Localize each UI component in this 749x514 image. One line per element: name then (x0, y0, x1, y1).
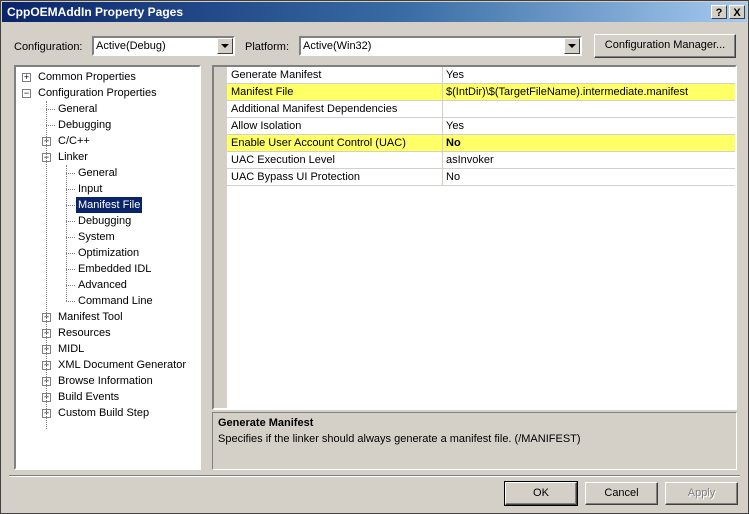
column-separator[interactable] (442, 84, 443, 100)
property-row[interactable]: UAC Execution Level asInvoker (227, 152, 735, 169)
property-row[interactable]: UAC Bypass UI Protection No (227, 169, 735, 186)
title-bar[interactable]: CppOEMAddIn Property Pages ? X (2, 2, 747, 22)
tree-item-label: Advanced (78, 279, 127, 291)
tree-item-label: General (58, 103, 98, 115)
platform-value: Active(Win32) (303, 40, 372, 52)
cancel-label: Cancel (604, 487, 639, 499)
column-separator[interactable] (442, 135, 443, 151)
description-title: Generate Manifest (218, 417, 314, 429)
ok-label: OK (533, 487, 549, 499)
tree-connector (66, 253, 75, 254)
tree-connector (46, 125, 55, 126)
apply-label: Apply (687, 487, 716, 499)
property-pages-dialog: CppOEMAddIn Property Pages ? X Configura… (0, 0, 749, 514)
property-value[interactable]: No (446, 171, 460, 183)
column-separator[interactable] (442, 67, 443, 83)
tree-item-label: Debugging (78, 215, 132, 227)
tree-item-label: Optimization (78, 247, 140, 259)
property-name: Manifest File (231, 86, 294, 98)
tree-item-label: Build Events (58, 391, 120, 403)
column-separator[interactable] (442, 169, 443, 185)
tree-connector (66, 189, 75, 190)
category-tree[interactable]: + Common Properties − Configuration Propert… (14, 65, 201, 470)
platform-label: Platform: (245, 41, 290, 53)
property-name: UAC Execution Level (231, 154, 335, 166)
property-name: Additional Manifest Dependencies (231, 103, 398, 115)
tree-connector (46, 109, 55, 110)
description-text: Specifies if the linker should always ge… (218, 433, 581, 445)
tree-item-label: Common Properties (38, 71, 136, 83)
column-separator[interactable] (442, 152, 443, 168)
configuration-manager-button[interactable]: Configuration Manager... (594, 34, 736, 58)
property-row[interactable]: Enable User Account Control (UAC) No (227, 135, 735, 152)
description-panel: Generate Manifest Specifies if the linke… (212, 412, 737, 470)
tree-connector (46, 101, 47, 429)
tree-item-label: Manifest File (76, 197, 143, 213)
property-row[interactable]: Manifest File $(IntDir)\$(TargetFileName)… (227, 84, 735, 101)
tree-item-label: Command Line (78, 295, 153, 307)
tree-connector (66, 285, 75, 286)
footer-divider (9, 475, 740, 477)
property-grid[interactable]: Generate Manifest Yes Manifest File $(IntDi… (212, 65, 737, 410)
property-value[interactable]: No (446, 137, 461, 149)
configuration-label: Configuration: (14, 41, 83, 53)
platform-combo[interactable]: Active(Win32) (299, 36, 582, 56)
apply-button[interactable]: Apply (665, 482, 738, 505)
tree-item-label: MIDL (58, 343, 85, 355)
tree-item-label: Custom Build Step (58, 407, 150, 419)
expand-icon[interactable]: + (22, 73, 31, 82)
tree-connector (66, 301, 75, 302)
property-value[interactable]: $(IntDir)\$(TargetFileName).intermediate… (446, 86, 688, 98)
property-name: Allow Isolation (231, 120, 302, 132)
tree-item-label: Resources (58, 327, 111, 339)
property-name: Enable User Account Control (UAC) (231, 137, 406, 149)
tree-item-label: Browse Information (58, 375, 153, 387)
property-row[interactable]: Additional Manifest Dependencies (227, 101, 735, 118)
chevron-down-icon[interactable] (217, 38, 233, 54)
property-value[interactable]: Yes (446, 69, 464, 81)
tree-item-label: System (78, 231, 115, 243)
tree-item-label: General (78, 167, 118, 179)
column-separator[interactable] (442, 101, 443, 117)
tree-connector (66, 165, 67, 301)
tree-item-label: C/C++ (58, 135, 90, 147)
close-button[interactable]: X (729, 5, 745, 19)
property-value[interactable]: Yes (446, 120, 464, 132)
column-separator[interactable] (442, 118, 443, 134)
tree-connector (66, 205, 75, 206)
tree-item-label: XML Document Generator (58, 359, 186, 371)
ok-button[interactable]: OK (504, 481, 578, 506)
property-value[interactable]: asInvoker (446, 154, 494, 166)
chevron-down-icon[interactable] (564, 38, 580, 54)
tree-item-label: Debugging (58, 119, 112, 131)
window-title: CppOEMAddIn Property Pages (7, 5, 184, 19)
cancel-button[interactable]: Cancel (585, 482, 658, 505)
collapse-icon[interactable]: − (22, 89, 31, 98)
tree-item-label: Linker (58, 151, 88, 163)
property-row[interactable]: Allow Isolation Yes (227, 118, 735, 135)
property-row[interactable]: Generate Manifest Yes (227, 67, 735, 84)
tree-connector (66, 269, 75, 270)
tree-item-label: Configuration Properties (38, 87, 157, 99)
tree-item-label: Input (78, 183, 103, 195)
tree-item-label: Embedded IDL (78, 263, 152, 275)
configuration-value: Active(Debug) (96, 40, 166, 52)
tree-connector (66, 173, 75, 174)
tree-connector (66, 221, 75, 222)
tree-item-label: Manifest Tool (58, 311, 123, 323)
help-button[interactable]: ? (711, 5, 727, 19)
tree-connector (66, 237, 75, 238)
configuration-manager-label: Configuration Manager... (604, 39, 726, 51)
property-name: Generate Manifest (231, 69, 322, 81)
configuration-combo[interactable]: Active(Debug) (92, 36, 235, 56)
property-name: UAC Bypass UI Protection (231, 171, 360, 183)
property-grid-gutter (214, 67, 227, 408)
